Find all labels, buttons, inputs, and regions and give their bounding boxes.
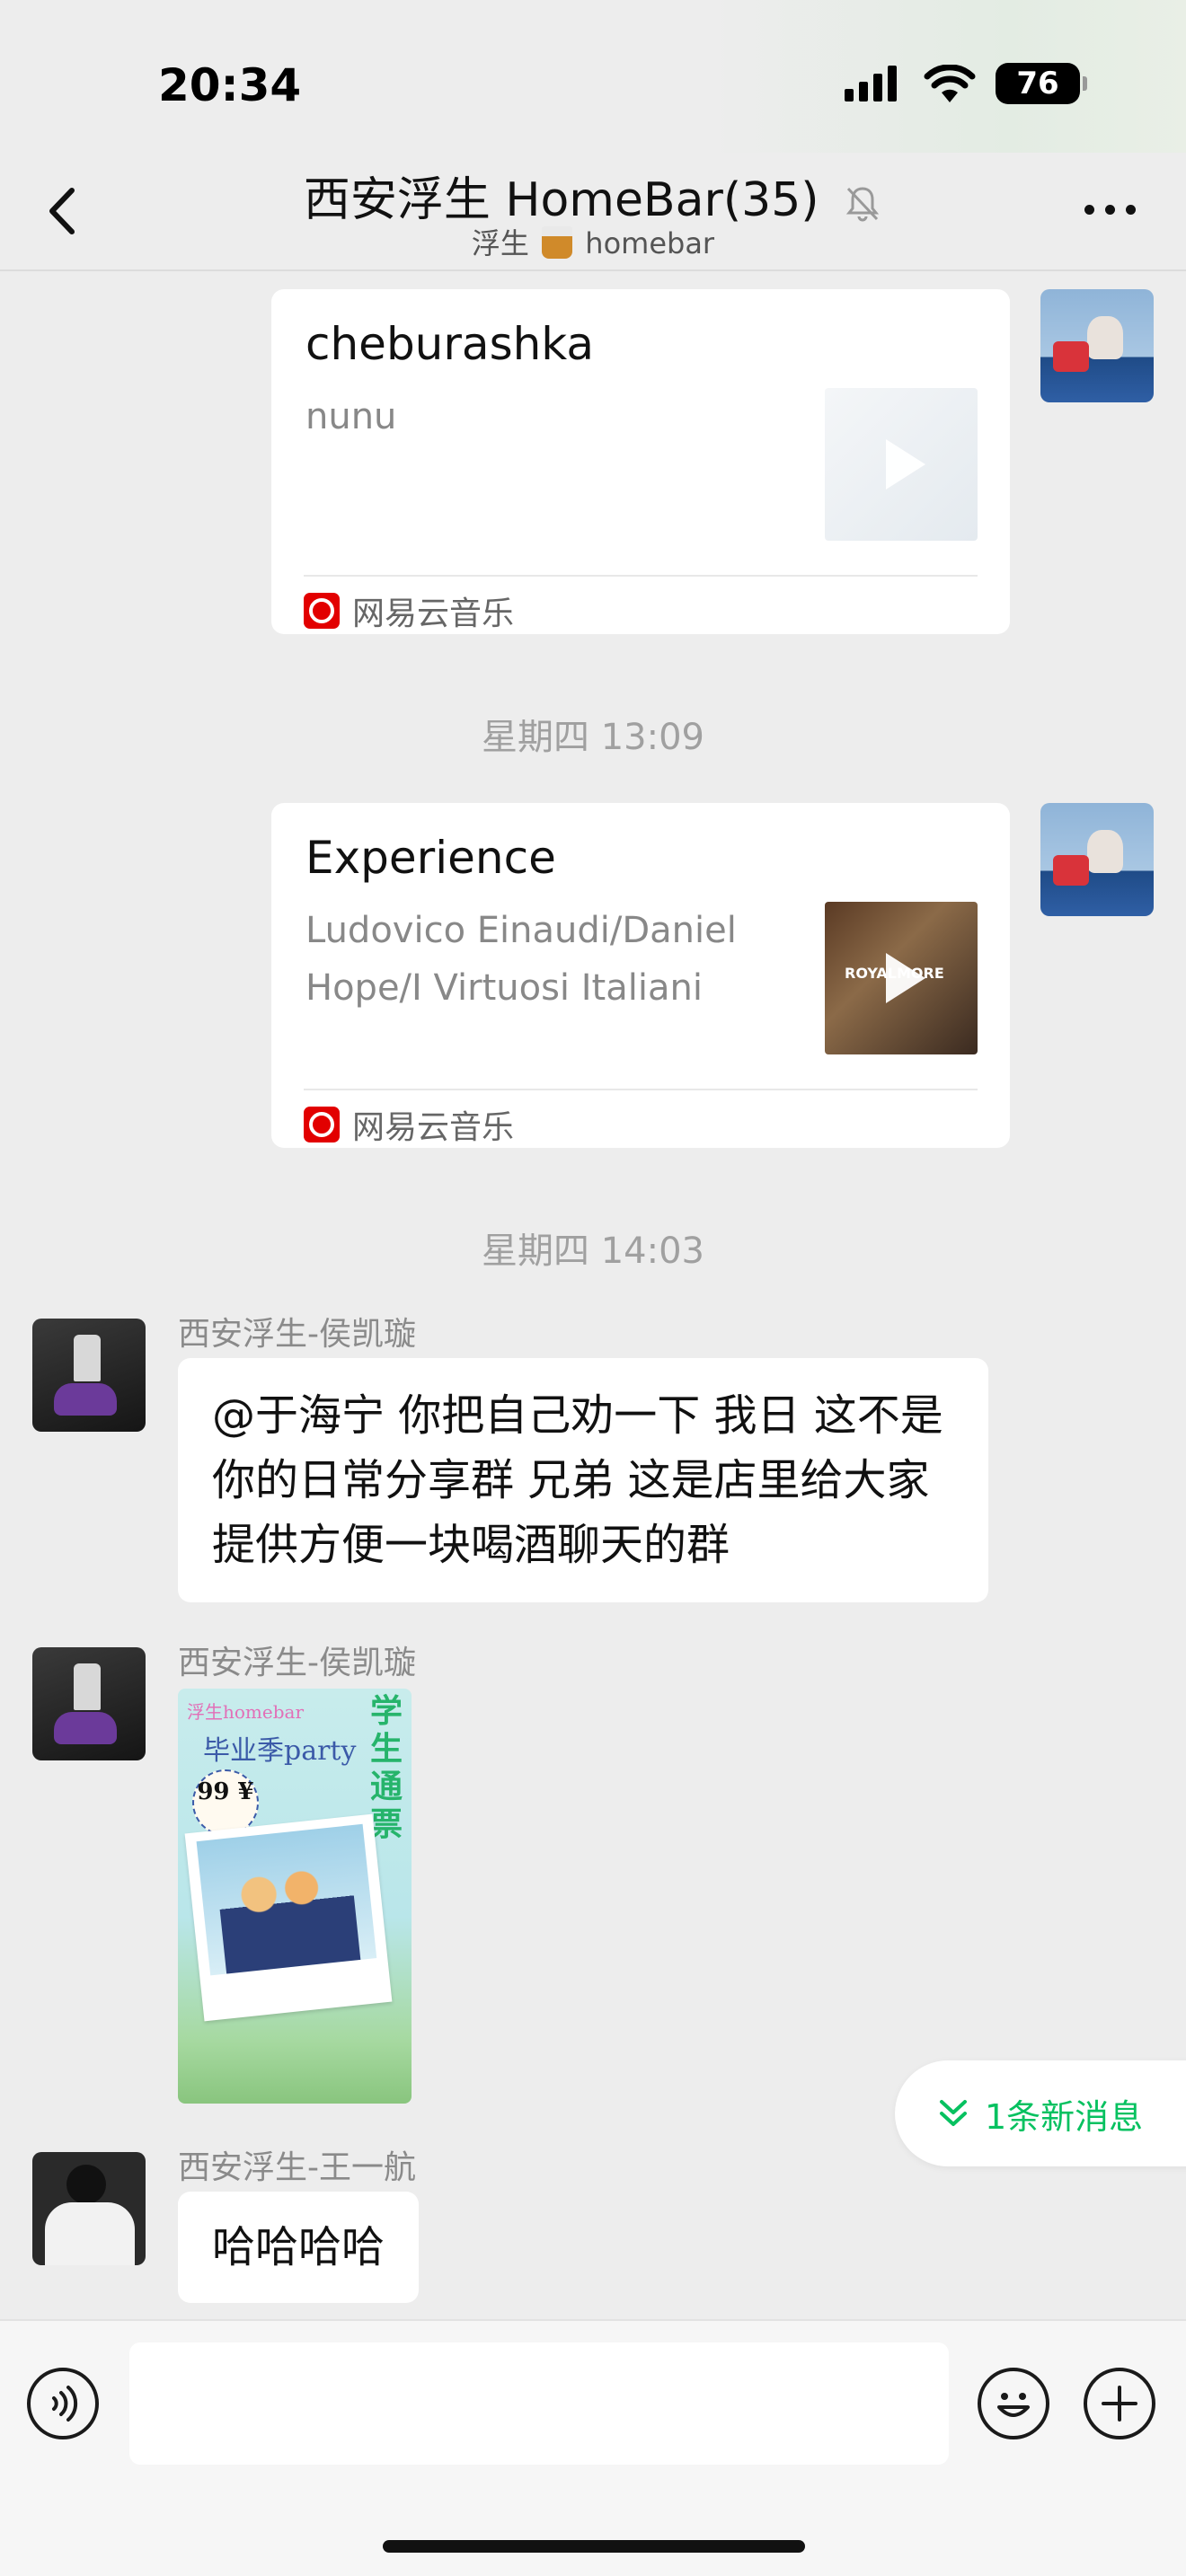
- music-artist: nunu: [305, 396, 397, 437]
- chat-message-list[interactable]: cheburashka nunu 网易云音乐 星期四 13:09 Experie…: [0, 271, 1186, 2319]
- sender-name: 西安浮生-侯凯璇: [178, 1316, 416, 1353]
- self-avatar[interactable]: [1040, 289, 1154, 402]
- emoji-button[interactable]: [978, 2368, 1049, 2439]
- time-separator: 星期四 14:03: [482, 1231, 704, 1272]
- music-artist: Ludovico Einaudi/Daniel Hope/I Virtuosi …: [305, 910, 737, 1009]
- music-thumbnail: [825, 388, 978, 541]
- sender-name: 西安浮生-侯凯璇: [178, 1645, 416, 1681]
- status-bar: 20:34 76: [0, 0, 1186, 153]
- voice-input-button[interactable]: [27, 2368, 99, 2439]
- card-divider: [304, 1089, 978, 1090]
- more-functions-button[interactable]: [1084, 2368, 1155, 2439]
- smiley-icon: [997, 2393, 1030, 2417]
- sender-avatar[interactable]: [32, 2152, 146, 2265]
- new-message-button[interactable]: 1条新消息: [895, 2060, 1186, 2166]
- plus-icon: [1102, 2386, 1137, 2422]
- message-input[interactable]: [129, 2342, 949, 2465]
- battery-indicator: 76: [996, 63, 1087, 104]
- poster-brand: 浮生homebar: [187, 1701, 305, 1723]
- home-indicator: [383, 2540, 805, 2553]
- sender-name: 西安浮生-王一航: [178, 2149, 416, 2186]
- poster-image[interactable]: 浮生homebar 毕业季party 学生通票 99 ¥: [178, 1689, 412, 2104]
- sender-avatar[interactable]: [32, 1319, 146, 1432]
- netease-music-icon: [304, 1107, 340, 1142]
- input-bar: [0, 2319, 1186, 2576]
- more-options-icon[interactable]: [1084, 205, 1136, 215]
- chat-subtitle: 浮生 homebar: [0, 221, 1186, 262]
- netease-music-icon: [304, 593, 340, 629]
- thumbnail-text: ROYALMORE: [845, 965, 944, 982]
- music-source: 网易云音乐: [304, 1101, 514, 1148]
- play-icon: [886, 439, 925, 490]
- music-card[interactable]: Experience Ludovico Einaudi/Daniel Hope/…: [271, 803, 1010, 1148]
- double-chevron-down-icon: [940, 2100, 967, 2126]
- chat-title: 西安浮生 HomeBar(35): [0, 162, 1186, 229]
- music-title: Experience: [305, 832, 556, 884]
- message-bubble[interactable]: 哈哈哈哈: [178, 2192, 420, 2303]
- chat-header: 西安浮生 HomeBar(35) 浮生 homebar: [0, 153, 1186, 271]
- whisky-glass-icon: [542, 226, 573, 259]
- status-icons: 76: [845, 63, 1087, 104]
- music-source: 网易云音乐: [304, 587, 514, 634]
- music-card[interactable]: cheburashka nunu 网易云音乐: [271, 289, 1010, 634]
- poster-price: 99 ¥: [192, 1769, 259, 1836]
- music-thumbnail: ROYALMORE: [825, 902, 978, 1054]
- music-source-label: 网易云音乐: [352, 1109, 515, 1146]
- music-source-label: 网易云音乐: [352, 595, 515, 632]
- cellular-signal-icon: [845, 66, 897, 101]
- new-message-label: 1条新消息: [985, 2096, 1144, 2137]
- poster-illustration: [184, 1813, 393, 2022]
- music-title: cheburashka: [305, 318, 595, 370]
- mute-bell-icon: [846, 187, 880, 222]
- poster-side-text: 学生通票: [370, 1692, 403, 1843]
- poster-title: 毕业季party: [203, 1735, 357, 1767]
- self-avatar[interactable]: [1040, 803, 1154, 916]
- status-time: 20:34: [158, 59, 302, 111]
- time-separator: 星期四 13:09: [482, 717, 704, 758]
- group-name: 西安浮生 HomeBar(35): [303, 173, 819, 227]
- voice-icon: [52, 2386, 78, 2422]
- card-divider: [304, 575, 978, 577]
- wifi-icon: [924, 65, 976, 102]
- subtitle-right: homebar: [585, 226, 715, 260]
- message-bubble[interactable]: @于海宁 你把自己劝一下 我日 这不是你的日常分享群 兄弟 这是店里给大家提供方…: [178, 1358, 988, 1602]
- subtitle-left: 浮生: [471, 226, 529, 260]
- sender-avatar[interactable]: [32, 1647, 146, 1760]
